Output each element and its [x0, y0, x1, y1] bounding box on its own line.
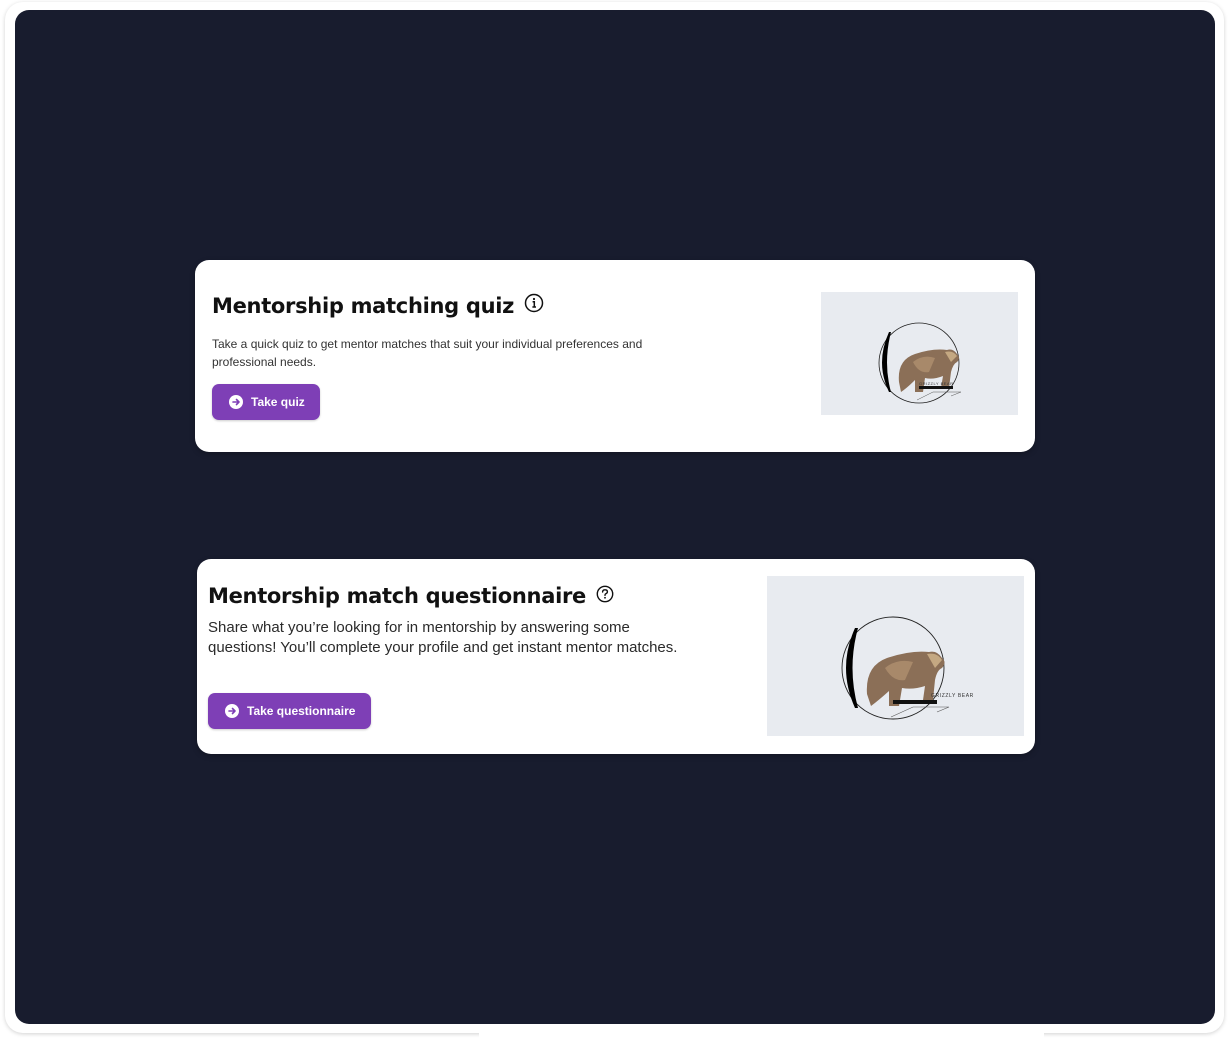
quiz-card-image: GRIZZLY BEAR: [821, 292, 1018, 415]
quiz-card: Mentorship matching quiz Take a quick qu…: [195, 260, 1035, 452]
info-circle-icon[interactable]: [524, 293, 544, 318]
questionnaire-card: Mentorship match questionnaire Share wha…: [197, 559, 1035, 754]
grizzly-bear-logo: [841, 616, 950, 720]
grizzly-bear-logo: [878, 322, 962, 404]
quiz-card-title: Mentorship matching quiz: [212, 293, 515, 318]
questionnaire-card-image: GRIZZLY BEAR: [767, 576, 1024, 736]
questionnaire-card-title-row: Mentorship match questionnaire: [208, 584, 614, 608]
question-circle-icon[interactable]: [596, 584, 614, 608]
questionnaire-card-image-caption: GRIZZLY BEAR: [931, 693, 974, 699]
questionnaire-card-title: Mentorship match questionnaire: [208, 584, 586, 608]
bottom-strip: [479, 1033, 1044, 1041]
quiz-card-image-caption: GRIZZLY BEAR: [919, 381, 954, 386]
arrow-right-circle-icon: [229, 395, 243, 409]
take-quiz-button-label: Take quiz: [251, 395, 305, 409]
take-quiz-button[interactable]: Take quiz: [212, 384, 320, 420]
quiz-card-title-row: Mentorship matching quiz: [212, 293, 544, 318]
questionnaire-card-description: Share what you’re looking for in mentors…: [208, 619, 678, 656]
arrow-right-circle-icon: [225, 704, 239, 718]
page-background: Mentorship matching quiz Take a quick qu…: [15, 10, 1215, 1024]
take-questionnaire-button-label: Take questionnaire: [247, 704, 356, 718]
quiz-card-description: Take a quick quiz to get mentor matches …: [212, 337, 643, 369]
take-questionnaire-button[interactable]: Take questionnaire: [208, 693, 371, 729]
